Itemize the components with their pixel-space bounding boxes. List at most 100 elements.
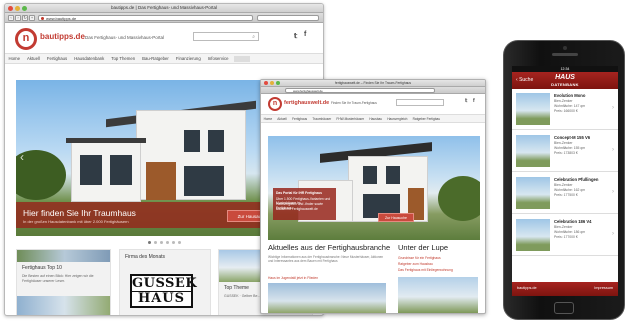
house-area: Wohnfläche: 155 qm xyxy=(554,146,586,150)
fertighauswelt-logo-icon[interactable]: n xyxy=(268,97,282,111)
home-button[interactable] xyxy=(554,302,574,314)
list-item[interactable]: Concept-M 155 V6 Bien-Zenker Wohnfläche:… xyxy=(512,131,618,172)
reload-icon[interactable]: ↻ xyxy=(22,15,28,21)
house-window xyxy=(363,166,377,184)
house-window xyxy=(386,166,400,184)
chevron-right-icon: › xyxy=(612,105,614,111)
nav-item-infoservice[interactable]: Infoservice xyxy=(204,56,232,61)
tree-illustration xyxy=(438,176,480,221)
camera-icon xyxy=(563,46,567,50)
footer-link-impressum[interactable]: Impressum xyxy=(594,286,613,290)
card-title: Firma des Monats xyxy=(125,254,166,260)
house-price: Preis: 166000 € xyxy=(554,109,578,113)
twitter-icon[interactable]: 𝕥 xyxy=(294,32,297,40)
hero-search-button[interactable]: Zur Hausuche xyxy=(378,213,414,222)
twitter-icon[interactable]: 𝕥 xyxy=(465,98,467,104)
address-bar[interactable]: www.fertighauswelt.de xyxy=(285,88,435,93)
nav-item-top-themen[interactable]: Top Themen xyxy=(108,56,139,61)
list-item[interactable]: Celebration Pfullingen Bien-Zenker Wohnf… xyxy=(512,173,618,214)
app-title: HAUS xyxy=(555,74,575,81)
nav-item-bau-ratgeber[interactable]: Bau-Ratgeber xyxy=(139,56,173,61)
news-text: Wichtige Informationen aus der Fertighau… xyxy=(268,255,384,264)
favicon-icon xyxy=(41,17,44,20)
site-search-input[interactable] xyxy=(396,99,444,106)
house-name: Celebration Pfullingen xyxy=(554,177,599,182)
app-footer-bar: bautipps.de Impressum xyxy=(512,282,618,296)
gussek-haus-logo[interactable]: GUSSEK HAUS xyxy=(130,274,198,308)
teaser-card-top10[interactable]: Fertighaus Top 10 Die Besten auf einen B… xyxy=(16,249,111,315)
search-icon[interactable]: ⌕ xyxy=(252,34,255,40)
list-item[interactable]: Evolution Mono Bien-Zenker Wohnfläche: 1… xyxy=(512,89,618,130)
teaser-card-company[interactable]: Firma des Monats GUSSEK HAUS xyxy=(119,249,211,315)
slider-dot[interactable] xyxy=(160,241,163,244)
nav-item-ratgeber[interactable]: Ratgeber Fertigbau xyxy=(410,117,443,121)
nav-item-aktuell[interactable]: Aktuell xyxy=(275,117,290,121)
slider-dot[interactable] xyxy=(172,241,175,244)
main-navigation: Home Aktuell Fertighaus Traumhäuser FHW-… xyxy=(261,114,485,123)
hero-caption: Das Portal für IHR Fertighaus Über 1.500… xyxy=(273,188,336,220)
nav-item-traumhaeuser[interactable]: Traumhäuser xyxy=(310,117,334,121)
card-image xyxy=(17,296,110,315)
facebook-icon[interactable]: f xyxy=(473,98,475,104)
house-thumbnail xyxy=(516,177,550,209)
speaker-grille xyxy=(552,53,578,56)
slider-dot[interactable] xyxy=(148,241,151,244)
back-arrow-icon[interactable]: ‹ xyxy=(8,15,14,21)
nav-item-hausvergleich[interactable]: Hausvergleich xyxy=(385,117,410,121)
nav-extra-button[interactable] xyxy=(234,55,250,62)
nav-item-aktuell[interactable]: Aktuell xyxy=(23,56,43,61)
hero-caption-title: Hier finden Sie Ihr Traumhaus xyxy=(23,208,136,218)
nav-item-fertighaus[interactable]: Fertighaus xyxy=(289,117,309,121)
house-window xyxy=(110,155,132,185)
house-name: Concept-M 155 V6 xyxy=(554,135,591,140)
loupe-link[interactable]: Das Fertighaus mit Einliegerwohnung xyxy=(398,268,453,272)
nav-item-hausbau[interactable]: Hausbau xyxy=(367,117,385,121)
nav-item-home[interactable]: Home xyxy=(261,117,275,121)
slider-dot[interactable] xyxy=(166,241,169,244)
card-title: Fertighaus Top 10 xyxy=(22,265,62,271)
house-area: Wohnfläche: 186 qm xyxy=(554,230,586,234)
forward-arrow-icon[interactable]: › xyxy=(15,15,21,21)
nav-item-musterhaeuser[interactable]: FHW-Musterhäuser xyxy=(334,117,367,121)
address-bar-url: www.fertighauswelt.de xyxy=(293,89,323,93)
add-tab-icon[interactable]: + xyxy=(29,15,35,21)
browser-search-field[interactable] xyxy=(257,15,319,21)
hero-slider[interactable]: Das Portal für IHR Fertighaus Über 1.500… xyxy=(268,136,480,240)
news-link[interactable]: Haus im Jugendstil jetzt in Flieden xyxy=(268,276,318,280)
footer-link-home[interactable]: bautipps.de xyxy=(517,286,537,290)
house-price: Preis: 177000 € xyxy=(554,235,578,239)
house-name: Evolution Mono xyxy=(554,93,586,98)
house-window xyxy=(208,130,224,152)
loupe-link[interactable]: Grundrisse für ein Fertighaus xyxy=(398,256,441,260)
window-title: bautipps.de | Das Fertighaus- und Massiv… xyxy=(111,5,217,10)
slider-dot[interactable] xyxy=(154,241,157,244)
house-name: Celebration 186 V4 xyxy=(554,219,592,224)
facebook-icon[interactable]: f xyxy=(304,31,306,38)
site-logo-text[interactable]: fertighauswelt.de xyxy=(284,100,329,106)
slider-dot[interactable] xyxy=(178,241,181,244)
house-window xyxy=(184,166,224,196)
site-logo-text[interactable]: bautipps.de xyxy=(40,32,85,41)
house-wing-roof xyxy=(66,138,146,143)
nav-item-home[interactable]: Home xyxy=(5,56,23,61)
news-image xyxy=(268,283,386,313)
address-bar-url: www.bautipps.de xyxy=(46,16,77,21)
address-bar[interactable]: www.bautipps.de xyxy=(38,15,253,21)
list-item[interactable]: Celebration 186 V4 Bien-Zenker Wohnfläch… xyxy=(512,215,618,256)
chevron-right-icon: › xyxy=(612,189,614,195)
slider-prev-arrow-icon[interactable]: ‹ xyxy=(20,150,24,164)
bautipps-logo-icon[interactable]: n xyxy=(15,28,37,50)
site-search-input[interactable]: ⌕ xyxy=(193,32,259,41)
card-title: Top Theme xyxy=(224,285,249,291)
house-thumbnail xyxy=(516,219,550,251)
nav-item-finanzierung[interactable]: Finanzierung xyxy=(172,56,204,61)
hero-caption-subtext: In der großen Hausdatenbank mit über 2.0… xyxy=(23,219,129,224)
site-tagline: Finden Sie Ihr Traum-Fertighaus xyxy=(331,101,377,105)
nav-item-hausdatenbank[interactable]: Hausdatenbank xyxy=(71,56,108,61)
nav-item-fertighaus[interactable]: Fertighaus xyxy=(43,56,70,61)
logo-line-1: GUSSEK xyxy=(132,276,198,291)
window-title: fertighauswelt.de – Finden Sie Ihr Traum… xyxy=(334,81,412,85)
loupe-heading: Unter der Lupe xyxy=(398,243,449,252)
loupe-link[interactable]: Ratgeber zum Hausbau xyxy=(398,262,433,266)
slider-pager xyxy=(148,241,181,244)
